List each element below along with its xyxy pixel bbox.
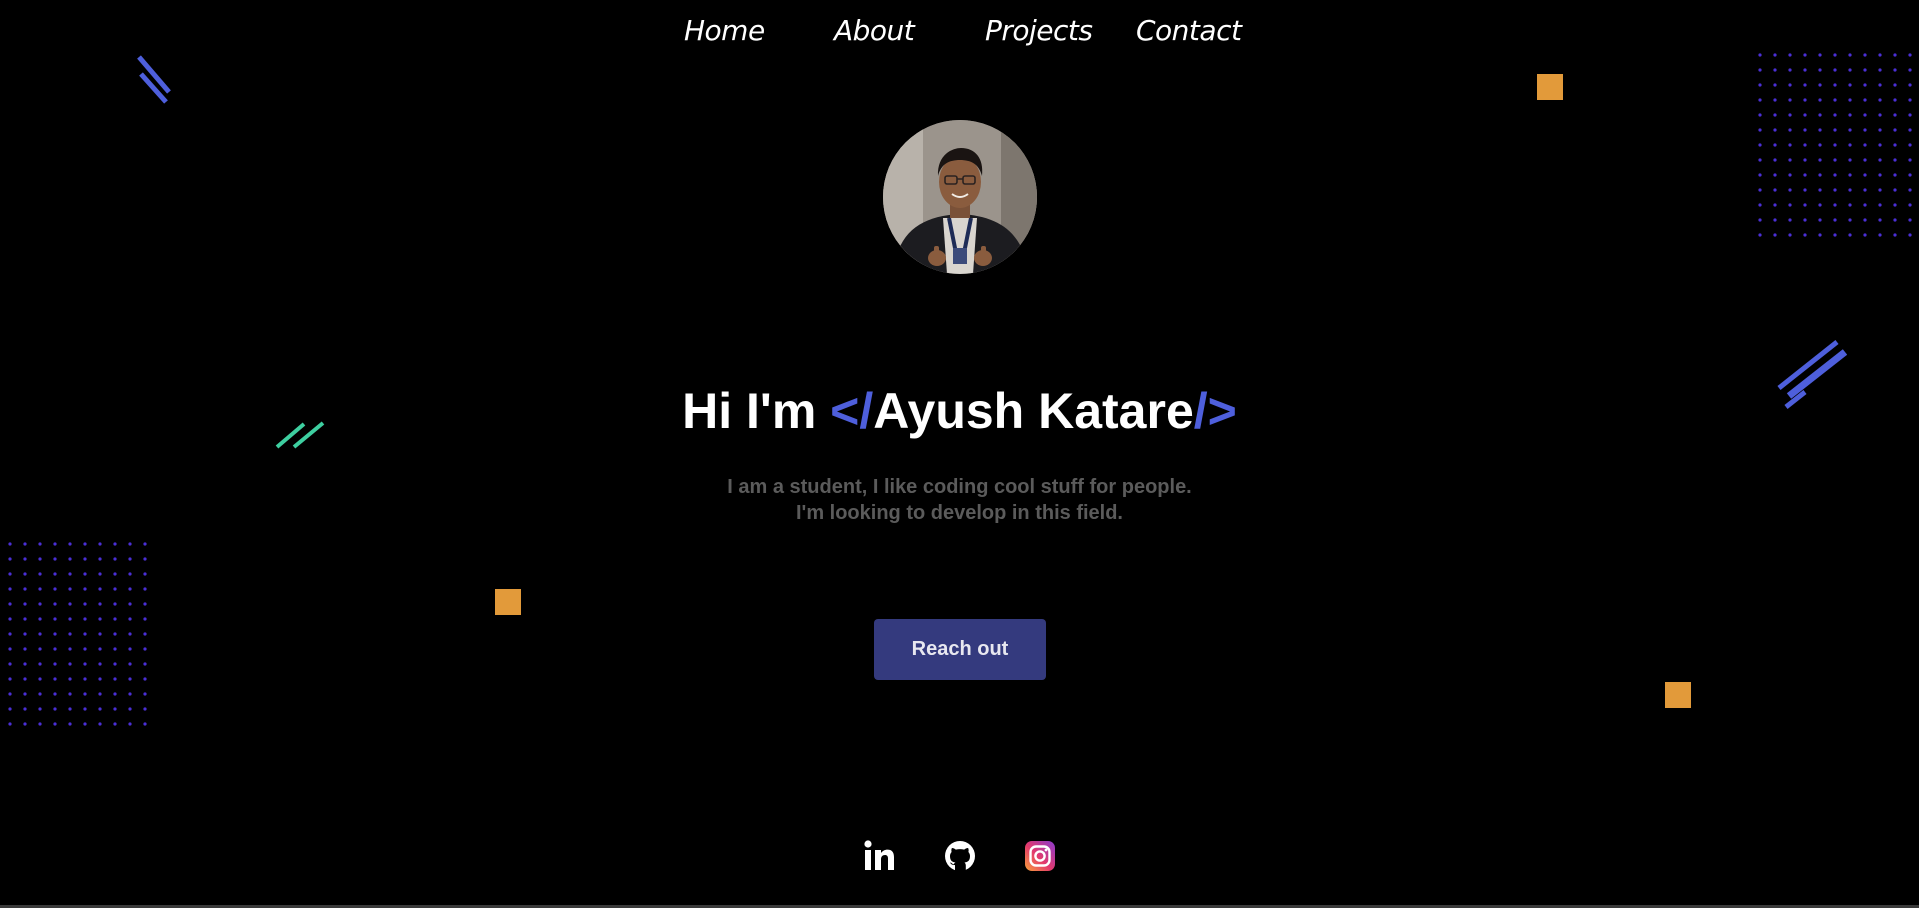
hero-heading: Hi I'm </Ayush Katare/> (0, 382, 1919, 440)
name-text: Ayush Katare (873, 383, 1194, 439)
blue-slash-decoration (137, 55, 171, 104)
orange-square-decoration (1665, 682, 1691, 708)
profile-avatar (883, 120, 1037, 274)
github-icon[interactable] (942, 838, 978, 874)
orange-square-decoration (1537, 74, 1563, 100)
top-nav: Home About Projects Contact (0, 10, 1919, 60)
linkedin-icon[interactable] (861, 838, 897, 874)
portfolio-page: Home About Projects Contact Hi I'm </Ayu… (0, 0, 1919, 908)
nav-link-projects[interactable]: Projects (985, 14, 1093, 47)
instagram-icon[interactable] (1022, 838, 1058, 874)
nav-link-about[interactable]: About (834, 14, 915, 47)
close-tag-text: /> (1193, 383, 1237, 439)
nav-link-home[interactable]: Home (684, 14, 765, 47)
greeting-text: Hi I'm (682, 383, 831, 439)
hero-tagline: I am a student, I like coding cool stuff… (0, 474, 1919, 526)
reach-out-button[interactable]: Reach out (874, 619, 1046, 680)
dot-grid-decoration (6, 541, 156, 731)
tagline-line-1: I am a student, I like coding cool stuff… (727, 476, 1192, 498)
orange-square-decoration (495, 589, 521, 615)
open-tag-text: </ (830, 383, 874, 439)
tagline-line-2: I'm looking to develop in this field. (796, 502, 1123, 524)
dot-grid-decoration (1757, 52, 1919, 242)
nav-link-contact[interactable]: Contact (1136, 14, 1242, 47)
